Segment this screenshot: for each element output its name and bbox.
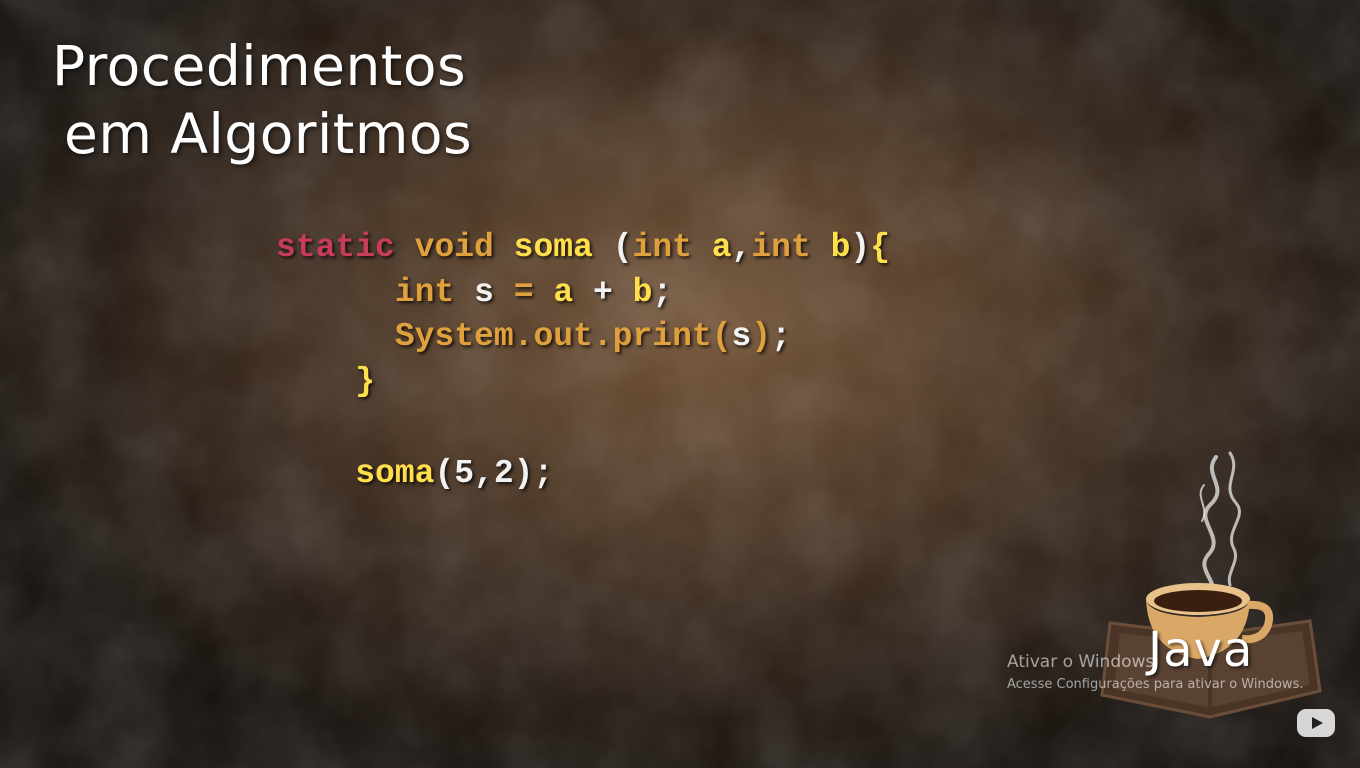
code-block: static void soma (int a,int b){ int s = … xyxy=(276,226,890,497)
code-line-4: } xyxy=(276,360,890,405)
keyword-static: static xyxy=(276,229,395,266)
var-a: a xyxy=(553,273,574,311)
call-name: soma xyxy=(355,455,435,492)
watermark-title: Ativar o Windows xyxy=(1007,652,1155,672)
operator-plus: + xyxy=(592,273,613,311)
keyword-int: int xyxy=(394,273,455,311)
paren-close: ) xyxy=(513,455,534,492)
call-args: 5,2 xyxy=(454,455,514,492)
param-b: b xyxy=(830,229,851,266)
keyword-int: int xyxy=(632,229,692,266)
keyword-int: int xyxy=(751,229,811,266)
semicolon: ; xyxy=(533,455,554,492)
slide-title-line-2: em Algoritmos xyxy=(64,102,473,166)
keyword-void: void xyxy=(414,229,494,266)
param-a: a xyxy=(711,229,732,266)
paren-close: ) xyxy=(850,229,871,266)
arg-s: s xyxy=(731,318,752,355)
paren-open: ( xyxy=(434,455,455,492)
code-line-5: soma(5,2); xyxy=(276,452,890,497)
windows-activation-watermark: Ativar o Windows Acesse Configurações pa… xyxy=(1007,650,1303,694)
method-call-print: System.out.print xyxy=(394,318,712,355)
operator-equals: = xyxy=(513,273,534,311)
brace-open: { xyxy=(870,229,891,266)
watermark-subtitle: Acesse Configurações para ativar o Windo… xyxy=(1007,677,1304,692)
code-line-1: static void soma (int a,int b){ xyxy=(276,226,890,271)
method-name: soma xyxy=(513,229,593,266)
comma: , xyxy=(731,229,752,266)
youtube-play-icon[interactable] xyxy=(1296,708,1336,738)
paren-open: ( xyxy=(612,229,633,266)
code-line-3: System.out.print(s); xyxy=(276,315,890,360)
code-line-2: int s = a + b; xyxy=(276,271,890,316)
semicolon: ; xyxy=(771,318,791,355)
slide-title-line-1: Procedimentos xyxy=(52,34,467,98)
paren-close: ) xyxy=(751,318,772,355)
var-b: b xyxy=(632,273,653,311)
slide-title: Procedimentos em Algoritmos xyxy=(52,32,472,168)
brace-close: } xyxy=(355,362,376,400)
semicolon: ; xyxy=(652,273,673,311)
paren-open: ( xyxy=(711,318,732,355)
slide-background: Procedimentos em Algoritmos static void … xyxy=(0,0,1360,768)
var-s: s xyxy=(474,273,494,311)
